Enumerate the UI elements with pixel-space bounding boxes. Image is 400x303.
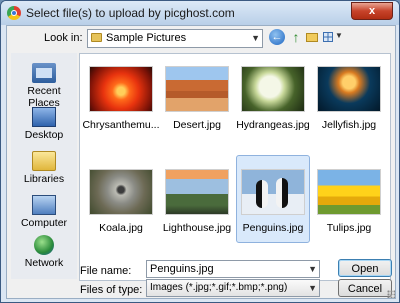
file-type-label: Files of type: (80, 284, 143, 296)
place-label: Desktop (24, 129, 64, 141)
file-name-value: Penguins.jpg (150, 263, 214, 275)
look-in-dropdown[interactable]: Sample Pictures ▼ (87, 29, 263, 48)
file-item-selected[interactable]: Penguins.jpg (236, 155, 310, 243)
back-button[interactable]: ← (269, 29, 285, 45)
cancel-button[interactable]: Cancel (338, 279, 392, 297)
file-upload-dialog: Select file(s) to upload by picghost.com… (0, 0, 400, 303)
thumbnail-image (241, 66, 305, 112)
place-libraries[interactable]: Libraries (11, 149, 77, 195)
chevron-down-icon: ▼ (251, 33, 260, 43)
new-folder-icon (306, 33, 318, 42)
new-folder-button[interactable] (304, 29, 320, 45)
file-item[interactable]: Tulips.jpg (312, 165, 386, 243)
file-name-label: File name: (80, 265, 132, 277)
file-name-input[interactable]: Penguins.jpg ▼ (146, 260, 320, 278)
file-list: Chrysanthemu... Desert.jpg Hydrangeas.jp… (79, 53, 391, 281)
file-name: Hydrangeas.jpg (236, 119, 310, 131)
network-icon (34, 235, 54, 255)
close-button[interactable]: x (351, 2, 393, 20)
file-item[interactable]: Lighthouse.jpg (160, 165, 234, 243)
place-recent-places[interactable]: Recent Places (11, 61, 77, 109)
chevron-down-icon: ▼ (335, 31, 343, 40)
file-name: Lighthouse.jpg (162, 222, 232, 234)
file-item[interactable]: Jellyfish.jpg (312, 62, 386, 140)
file-item[interactable]: Desert.jpg (160, 62, 234, 140)
thumbnail-image (89, 169, 153, 215)
thumbnail-image (165, 169, 229, 215)
file-name: Koala.jpg (99, 222, 143, 234)
dialog-body: Look in: Sample Pictures ▼ ← ↑ ▼ Recent … (6, 25, 396, 299)
file-name: Tulips.jpg (326, 222, 372, 234)
thumbnail-image (317, 169, 381, 215)
chevron-down-icon: ▼ (308, 283, 317, 293)
file-name: Penguins.jpg (242, 222, 304, 234)
thumbnail-image (241, 169, 305, 215)
file-name: Desert.jpg (173, 119, 221, 131)
window-title: Select file(s) to upload by picghost.com (26, 6, 235, 20)
open-button[interactable]: Open (338, 259, 392, 277)
folder-icon (91, 33, 102, 42)
recent-places-icon (32, 63, 56, 83)
thumbnail-image (317, 66, 381, 112)
file-type-value: Images (*.jpg;*.gif;*.bmp;*.png) (150, 282, 288, 293)
file-type-select[interactable]: Images (*.jpg;*.gif;*.bmp;*.png) ▼ (146, 279, 320, 297)
up-folder-button[interactable]: ↑ (288, 29, 304, 45)
file-item[interactable]: Hydrangeas.jpg (236, 62, 310, 140)
place-label: Network (24, 257, 64, 269)
view-grid-icon (323, 32, 333, 42)
view-menu-button[interactable]: ▼ (322, 29, 344, 45)
places-bar: Recent Places Desktop Libraries Computer… (11, 53, 77, 279)
place-label: Libraries (23, 173, 65, 185)
libraries-icon (32, 151, 56, 171)
look-in-label: Look in: (44, 32, 83, 44)
file-item[interactable]: Chrysanthemu... (82, 62, 160, 140)
desktop-icon (32, 107, 56, 127)
thumbnail-image (165, 66, 229, 112)
file-name: Jellyfish.jpg (321, 119, 377, 131)
thumbnail-image (89, 66, 153, 112)
file-item[interactable]: Koala.jpg (84, 165, 158, 243)
place-label: Computer (20, 217, 68, 229)
place-desktop[interactable]: Desktop (11, 105, 77, 151)
file-name: Chrysanthemu... (82, 119, 160, 131)
look-in-value: Sample Pictures (106, 32, 187, 44)
chevron-down-icon: ▼ (308, 264, 317, 274)
title-bar: Select file(s) to upload by picghost.com… (1, 1, 399, 25)
computer-icon (32, 195, 56, 215)
resize-grip[interactable] (387, 290, 395, 298)
place-network[interactable]: Network (11, 233, 77, 279)
browser-app-icon (7, 6, 21, 20)
